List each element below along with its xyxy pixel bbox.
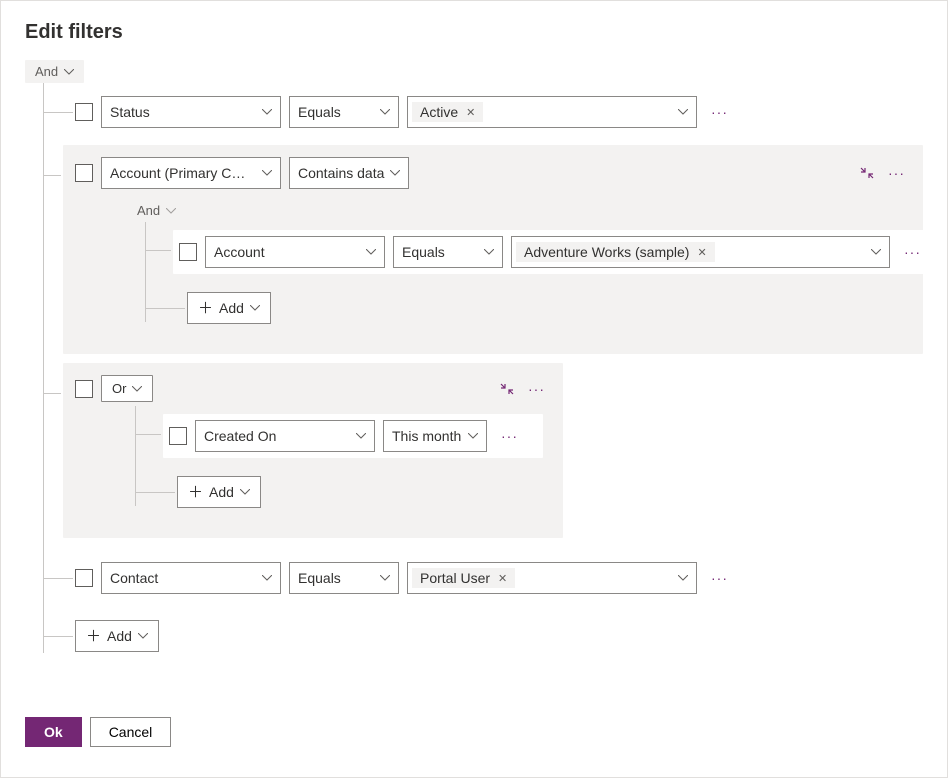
more-icon[interactable]: ··· (495, 428, 524, 444)
collapse-icon[interactable] (860, 166, 874, 180)
tag-text: Portal User (420, 570, 490, 586)
field-select-created-on[interactable]: Created On (195, 420, 375, 452)
add-label: Add (107, 628, 132, 644)
group-operator-label: Or (112, 381, 126, 396)
operator-label: This month (392, 428, 461, 444)
field-select-status[interactable]: Status (101, 96, 281, 128)
field-select-contact[interactable]: Contact (101, 562, 281, 594)
group-operator-or[interactable]: Or (101, 375, 153, 402)
edit-filters-panel: Edit filters And Status Equals (0, 0, 948, 778)
operator-label: Contains data (298, 165, 384, 181)
chevron-down-icon (380, 107, 390, 117)
chevron-down-icon (468, 431, 478, 441)
chevron-down-icon (678, 107, 688, 117)
operator-select[interactable]: Equals (393, 236, 503, 268)
field-label: Created On (204, 428, 276, 444)
add-condition-button[interactable]: ＋ Add (75, 620, 159, 652)
value-input[interactable]: Portal User ✕ (407, 562, 697, 594)
field-label: Status (110, 104, 150, 120)
plus-icon: ＋ (198, 301, 213, 316)
plus-icon: ＋ (86, 629, 101, 644)
chevron-down-icon (380, 573, 390, 583)
remove-tag-icon[interactable]: ✕ (466, 106, 475, 119)
operator-select[interactable]: Contains data (289, 157, 409, 189)
group-operator-label: And (35, 64, 58, 79)
chevron-down-icon (138, 631, 148, 641)
more-icon[interactable]: ··· (705, 104, 734, 120)
field-label: Account (Primary Cont... (110, 165, 250, 181)
cancel-button[interactable]: Cancel (90, 717, 172, 747)
chevron-down-icon (250, 303, 260, 313)
operator-select[interactable]: This month (383, 420, 487, 452)
operator-select[interactable]: Equals (289, 562, 399, 594)
group-operator-and[interactable]: And (25, 60, 84, 83)
collapse-icon[interactable] (500, 382, 514, 396)
field-label: Account (214, 244, 265, 260)
operator-label: Equals (298, 104, 341, 120)
ok-button[interactable]: Ok (25, 717, 82, 747)
row-checkbox[interactable] (169, 427, 187, 445)
page-title: Edit filters (25, 21, 923, 44)
value-tag: Active ✕ (412, 102, 483, 122)
tag-text: Adventure Works (sample) (524, 244, 689, 260)
chevron-down-icon (166, 206, 176, 216)
chevron-down-icon (678, 573, 688, 583)
operator-label: Equals (402, 244, 445, 260)
chevron-down-icon (484, 247, 494, 257)
more-icon[interactable]: ··· (882, 165, 911, 181)
row-checkbox[interactable] (75, 569, 93, 587)
row-checkbox[interactable] (75, 380, 93, 398)
chevron-down-icon (871, 247, 881, 257)
chevron-down-icon (64, 67, 74, 77)
field-select-account-pc[interactable]: Account (Primary Cont... (101, 157, 281, 189)
chevron-down-icon (390, 168, 400, 178)
row-checkbox[interactable] (75, 164, 93, 182)
operator-select[interactable]: Equals (289, 96, 399, 128)
field-select-account[interactable]: Account (205, 236, 385, 268)
value-input[interactable]: Active ✕ (407, 96, 697, 128)
add-label: Add (219, 300, 244, 316)
more-icon[interactable]: ··· (705, 570, 734, 586)
chevron-down-icon (262, 573, 272, 583)
more-icon[interactable]: ··· (522, 381, 551, 397)
remove-tag-icon[interactable]: ✕ (498, 572, 507, 585)
plus-icon: ＋ (188, 485, 203, 500)
row-checkbox[interactable] (75, 103, 93, 121)
chevron-down-icon (262, 107, 272, 117)
tag-text: Active (420, 104, 458, 120)
chevron-down-icon (262, 168, 272, 178)
operator-label: Equals (298, 570, 341, 586)
group-operator-and-inner[interactable]: And (127, 199, 186, 222)
more-icon[interactable]: ··· (898, 244, 927, 260)
chevron-down-icon (356, 431, 366, 441)
value-tag: Adventure Works (sample) ✕ (516, 242, 715, 262)
remove-tag-icon[interactable]: ✕ (697, 246, 706, 259)
group-operator-label: And (137, 203, 160, 218)
chevron-down-icon (366, 247, 376, 257)
chevron-down-icon (132, 384, 142, 394)
field-label: Contact (110, 570, 158, 586)
add-condition-button[interactable]: ＋ Add (187, 292, 271, 324)
value-tag: Portal User ✕ (412, 568, 515, 588)
chevron-down-icon (240, 487, 250, 497)
add-label: Add (209, 484, 234, 500)
row-checkbox[interactable] (179, 243, 197, 261)
add-condition-button[interactable]: ＋ Add (177, 476, 261, 508)
value-input[interactable]: Adventure Works (sample) ✕ (511, 236, 890, 268)
